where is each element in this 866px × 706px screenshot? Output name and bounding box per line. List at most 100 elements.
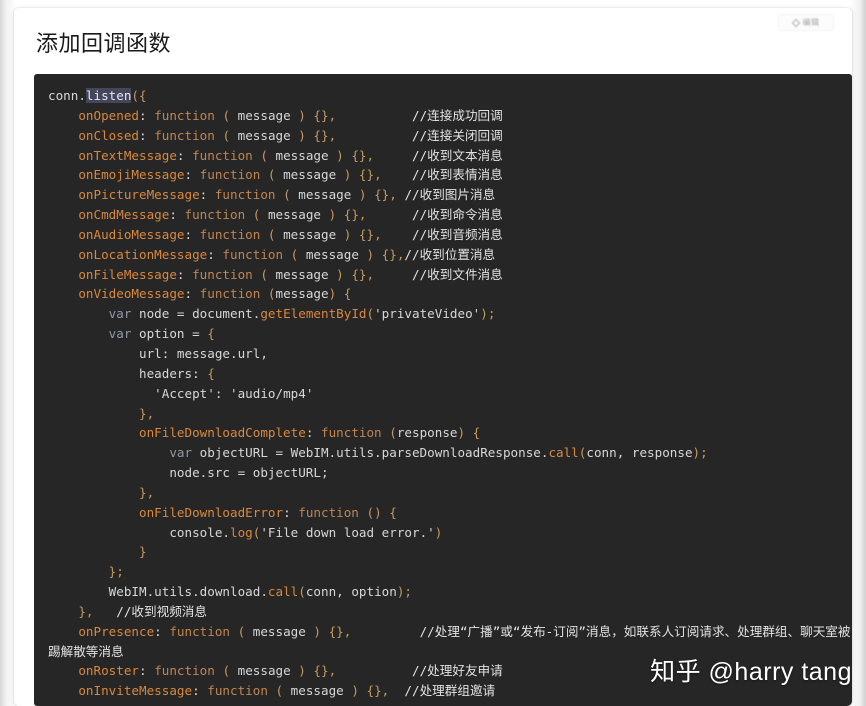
code-token-punc: ) {}, [343,683,390,699]
code-token-cmt: //收到视频消息 [116,603,207,619]
code-line: onEmojiMessage: function ( message ) {},… [48,167,502,183]
code-token-cmt: //连接成功回调 [412,107,503,123]
code-block[interactable]: conn.listen({ onOpened: function ( messa… [34,74,852,706]
code-token-cmt: //收到位置消息 [404,246,496,262]
code-token-punc: }, [139,484,155,500]
code-token-punc: }, [139,405,155,421]
code-token-punc: ( [298,584,306,600]
code-token-cmt: //处理好友申请 [412,663,503,679]
code-token-plain: option = [131,326,208,342]
code-line: onPresence: function ( message ) {}, //处… [48,624,850,659]
code-token-punc: ) { [457,425,481,441]
code-token-prop: onLocationMessage [78,246,208,262]
code-token-plain: : [184,167,200,183]
edit-button[interactable]: 编辑 [778,14,834,31]
code-token-prop: onInviteMessage [78,683,193,699]
code-token-str: 'File down load error.' [260,524,435,540]
code-token-punc: { [207,326,215,342]
code-token-plain: : [283,504,299,520]
code-line: node.src = objectURL; [48,465,328,480]
code-token-str: 'Accept' [154,385,215,401]
code-line: WebIM.utils.download.call(conn, option); [48,584,412,599]
code-token-plain: conn. [48,88,86,103]
code-token-punc: ) {}, [328,147,375,163]
code-token-plain: message [237,107,291,123]
code-line: var objectURL = WebIM.utils.parseDownloa… [48,445,708,461]
code-token-kw: function [192,147,253,163]
code-line: onPictureMessage: function ( message ) {… [48,187,495,202]
code-token-punc: ( [283,246,306,262]
code-token-pad [94,604,117,619]
code-token-prop: onClosed [78,127,140,143]
code-line: onAudioMessage: function ( message ) {},… [48,226,502,242]
code-token-punc: ( [252,147,276,163]
code-token-fn: log [230,524,253,540]
code-token-pad [374,267,412,282]
code-token-fn: call [548,445,579,461]
code-token-prop: onFileMessage [78,266,177,282]
code-token-kw: function [207,683,268,699]
code-token-sel: listen [85,88,132,103]
code-token-plain: conn, option [305,584,397,600]
code-token-plain: : [184,226,200,242]
code-token-pad [336,663,412,678]
code-token-plain: : [214,385,230,401]
code-token-punc: ( [252,266,276,282]
code-content[interactable]: conn.listen({ onOpened: function ( messa… [34,74,852,701]
code-token-punc: ) {}, [290,127,337,143]
code-token-prop: onEmojiMessage [78,167,185,183]
code-token-punc: ); [692,445,708,461]
code-line: onVideoMessage: function (message) { [48,286,351,301]
code-token-pad [367,207,413,222]
code-token-plain: : [199,187,215,203]
code-token-pad [374,148,412,163]
code-token-plain: console. [169,524,230,540]
article-card: 编辑 添加回调函数 conn.listen({ onOpened: functi… [14,8,852,706]
code-token-plain: message [275,266,329,282]
code-token-kw: function [154,663,215,679]
code-token-punc: ) {}, [290,107,337,123]
code-line: onLocationMessage: function ( message ) … [48,247,495,262]
code-line: var node = document.getElementById('priv… [48,306,496,322]
code-token-punc: ({ [131,88,147,103]
code-token-punc: ( [214,127,238,143]
code-token-str: 'audio/mp4' [230,385,314,401]
code-token-punc: ) { [328,286,352,302]
code-token-var: var [108,326,132,342]
code-token-punc: ) {}, [351,187,397,203]
code-token-prop: onVideoMessage [78,286,185,302]
code-token-punc: ) {}, [336,167,382,183]
code-token-pad [382,167,412,182]
code-line: onInviteMessage: function ( message ) {}… [48,683,495,698]
code-token-prop: onFileDownloadError [139,504,284,520]
code-token-plain: message [283,226,337,242]
code-token-cmt: //收到图片消息 [404,187,496,203]
code-line: console.log('File down load error.') [48,525,442,540]
code-token-punc: ) [434,524,443,540]
code-token-kw: function [298,504,359,520]
code-token-plain: : [139,663,155,679]
code-line: }, [48,485,154,500]
code-line: onClosed: function ( message ) {}, //连接关… [48,127,502,143]
code-token-plain: message [252,623,306,639]
code-token-punc: ) {}, [305,623,352,639]
code-line: }, [48,406,154,421]
code-token-pad [351,624,419,639]
code-token-plain: WebIM.utils.download. [108,584,268,600]
code-token-var: var [169,445,193,461]
code-line: onFileDownloadComplete: function (respon… [48,425,480,440]
code-token-plain: message [267,207,322,223]
code-token-cmt: //处理群组邀请 [404,683,496,699]
code-token-punc: ( [245,207,268,223]
code-token-plain: node = document. [131,306,261,322]
code-token-punc: ) {}, [358,246,405,262]
code-token-plain: : [207,246,223,262]
code-token-prop: onFileDownloadComplete [139,425,306,441]
code-token-prop: onTextMessage [78,147,177,163]
code-token-plain: : [139,127,155,143]
code-token-punc: ( [260,167,284,183]
code-token-prop: onAudioMessage [78,226,185,242]
code-token-prop: onPictureMessage [78,187,200,203]
code-token-fn: getElementById [260,306,367,322]
code-token-punc: ( [214,107,238,123]
